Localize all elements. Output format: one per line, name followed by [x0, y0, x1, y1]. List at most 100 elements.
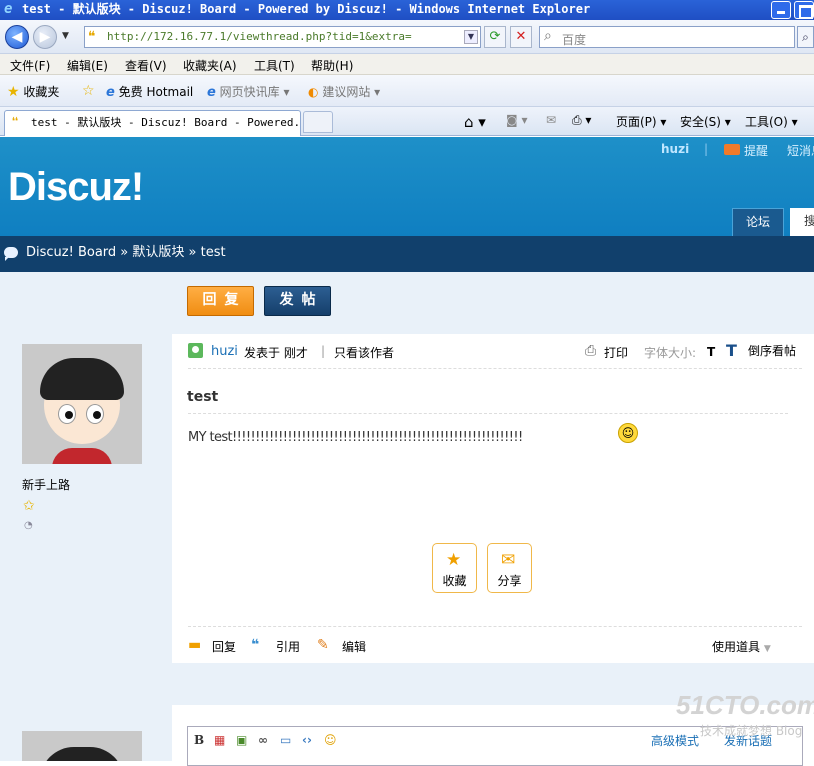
favorite-button[interactable]: ★ 收藏 — [432, 543, 477, 593]
font-large-button[interactable]: T — [726, 341, 737, 360]
color-grid-icon[interactable]: ▦ — [214, 733, 225, 747]
remind-link[interactable]: 提醒 — [744, 142, 768, 159]
share-button[interactable]: ✉ 分享 — [487, 543, 532, 593]
tools-menu[interactable]: 工具(O) ▾ — [745, 113, 798, 130]
watermark-subtitle: 技术成就梦想 Blog — [700, 724, 803, 738]
free-hotmail-link[interactable]: e 免费 Hotmail — [106, 83, 193, 100]
envelope-icon: ✉ — [501, 550, 516, 570]
font-small-button[interactable]: T — [707, 345, 715, 359]
navigation-bar: ◀ ▶ ▼ ❝ http://172.16.77.1/viewthread.ph… — [0, 20, 814, 54]
quote-icon[interactable]: ❝ — [251, 637, 259, 653]
menu-edit[interactable]: 编辑(E) — [67, 57, 108, 74]
use-tools-link[interactable]: 使用道具 ▼ — [712, 638, 771, 655]
suggested-sites-icon: ◐ — [308, 85, 319, 99]
new-post-button[interactable]: 发帖 — [264, 286, 331, 316]
smiley-icon[interactable]: ☺ — [324, 733, 337, 747]
avatar[interactable] — [22, 344, 142, 464]
favorites-bar: ★ 收藏夹 ☆ e 免费 Hotmail e 网页快讯库 ▾ ◐ 建议网站 ▾ — [0, 75, 814, 107]
post-message: MY test!!!!!!!!!!!!!!!!!!!!!!!!!!!!!!!!!… — [188, 430, 523, 445]
image-icon[interactable]: ▣ — [236, 733, 247, 747]
tab-active[interactable]: ❝ test - 默认版块 - Discuz! Board - Powered.… — [4, 110, 301, 136]
quote-link[interactable]: 引用 — [276, 638, 300, 655]
rank-star-icon: ✩ — [23, 498, 35, 514]
refresh-button[interactable]: ⟳ — [484, 26, 506, 48]
print-icon[interactable]: ⎙ ▾ — [572, 113, 591, 128]
search-provider-icon: ⌕ — [544, 28, 552, 44]
history-dropdown-icon[interactable]: ▼ — [62, 31, 69, 41]
search-go-button[interactable]: ⌕ — [797, 26, 814, 48]
feeds-icon[interactable]: ◙ ▾ — [506, 113, 527, 127]
avatar[interactable] — [22, 731, 142, 761]
forward-button[interactable]: ▶ — [33, 25, 57, 49]
back-button[interactable]: ◀ — [5, 25, 29, 49]
reply-link[interactable]: 回复 — [212, 638, 236, 655]
link-icon[interactable]: ∞ — [258, 733, 268, 747]
forum-logo[interactable]: Discuz! — [8, 165, 144, 210]
address-url[interactable]: http://172.16.77.1/viewthread.php?tid=1&… — [107, 30, 412, 43]
search-input[interactable]: ⌕ 百度 — [539, 26, 795, 48]
reply-icon[interactable]: ▬ — [188, 637, 201, 653]
search-placeholder: 百度 — [562, 33, 587, 47]
address-dropdown-icon[interactable]: ▼ — [464, 30, 478, 44]
maximize-button[interactable] — [794, 1, 814, 19]
reply-button[interactable]: 回复 — [187, 286, 254, 316]
add-favorite-icon[interactable]: ☆ — [82, 83, 95, 99]
thread-title: test — [187, 389, 219, 405]
username-link[interactable]: huzi — [661, 142, 689, 156]
address-bar[interactable]: ❝ http://172.16.77.1/viewthread.php?tid=… — [84, 26, 481, 48]
code-icon[interactable]: ‹› — [302, 733, 312, 747]
bold-button[interactable]: B — [194, 733, 204, 747]
menu-bar: 文件(F) 编辑(E) 查看(V) 收藏夹(A) 工具(T) 帮助(H) — [0, 54, 814, 75]
actions-divider — [188, 626, 802, 627]
edit-link[interactable]: 编辑 — [342, 638, 366, 655]
speech-bubble-icon — [4, 247, 18, 261]
nav-tab-search[interactable]: 搜 — [790, 208, 814, 236]
new-tab-button[interactable] — [303, 111, 333, 133]
reverse-order-link[interactable]: 倒序看帖 — [748, 342, 796, 359]
print-link[interactable]: 打印 — [604, 344, 628, 361]
menu-view[interactable]: 查看(V) — [125, 57, 167, 74]
only-author-link[interactable]: 只看该作者 — [334, 344, 394, 361]
menu-file[interactable]: 文件(F) — [10, 57, 50, 74]
stop-button[interactable]: ✕ — [510, 26, 532, 48]
minimize-button[interactable] — [771, 1, 791, 19]
page-menu[interactable]: 页面(P) ▾ — [616, 113, 666, 130]
menu-favorites[interactable]: 收藏夹(A) — [183, 57, 237, 74]
star-icon: ★ — [7, 84, 20, 100]
page-favicon-icon: ❝ — [88, 29, 96, 45]
forum-header: Discuz! huzi | 提醒 短消息 论坛 搜 — [0, 137, 814, 236]
pm-link[interactable]: 短消息 — [787, 142, 814, 159]
edit-pencil-icon[interactable]: ✎ — [317, 637, 329, 653]
watermark-logo: 51CTO.com — [676, 690, 814, 720]
post-author-link[interactable]: huzi — [211, 344, 238, 359]
window-title: test - 默认版块 - Discuz! Board - Powered by… — [22, 2, 591, 16]
safety-menu[interactable]: 安全(S) ▾ — [680, 113, 731, 130]
advanced-mode-link[interactable]: 高级模式 — [651, 732, 699, 749]
suggested-sites-link[interactable]: ◐ 建议网站 ▾ — [308, 83, 380, 100]
smiley-icon: ☺ — [618, 423, 638, 443]
breadcrumb-text[interactable]: Discuz! Board » 默认版块 » test — [26, 245, 226, 260]
breadcrumb: Discuz! Board » 默认版块 » test — [0, 236, 814, 272]
title-divider — [188, 413, 788, 414]
menu-tools[interactable]: 工具(T) — [254, 57, 295, 74]
favorites-button[interactable]: ★ 收藏夹 — [7, 83, 59, 100]
print-icon[interactable]: ⎙ — [585, 343, 596, 359]
post-divider — [188, 368, 802, 369]
header-separator: | — [704, 142, 709, 156]
ie-page-icon: e — [106, 85, 115, 100]
nav-tab-forum[interactable]: 论坛 — [732, 208, 784, 236]
quote-bubble-icon[interactable]: ▭ — [280, 733, 291, 747]
home-icon[interactable]: ⌂ ▾ — [464, 113, 486, 131]
web-slice-gallery-link[interactable]: e 网页快讯库 ▾ — [207, 83, 290, 100]
free-hotmail-label: 免费 Hotmail — [118, 85, 194, 99]
font-size-label: 字体大小: — [644, 346, 697, 360]
header-divider: | — [321, 344, 326, 358]
chevron-down-icon: ▼ — [763, 644, 771, 654]
menu-help[interactable]: 帮助(H) — [311, 57, 353, 74]
ie-logo-icon: e — [4, 1, 13, 17]
envelope-icon — [724, 144, 740, 155]
mail-icon[interactable]: ✉ — [546, 113, 556, 127]
post-time: 发表于 刚才 — [244, 346, 308, 360]
suggested-sites-label: 建议网站 ▾ — [322, 85, 381, 99]
window-titlebar: e test - 默认版块 - Discuz! Board - Powered … — [0, 0, 814, 20]
